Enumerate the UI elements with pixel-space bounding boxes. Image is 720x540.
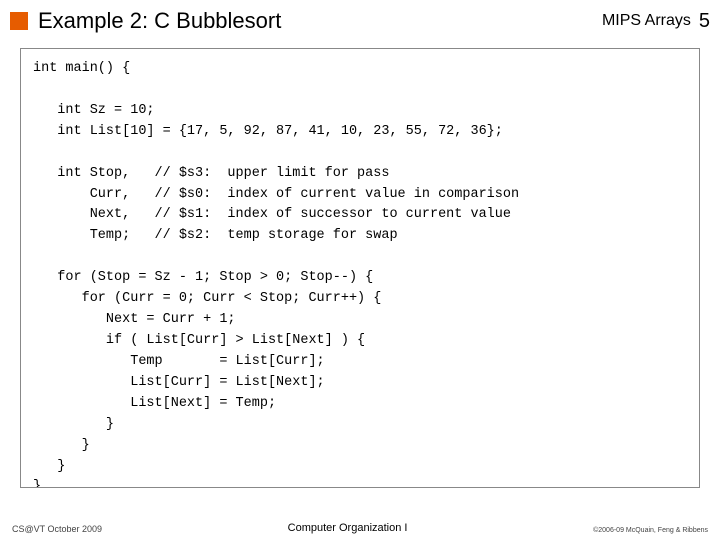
bullet-box-icon — [10, 12, 28, 30]
footer-center: Computer Organization I — [288, 522, 408, 534]
footer-left: CS@VT October 2009 — [12, 524, 102, 534]
page-number: 5 — [699, 10, 710, 33]
slide-header: Example 2: C Bubblesort MIPS Arrays 5 — [0, 0, 720, 40]
topic-label: MIPS Arrays — [602, 12, 691, 30]
footer-right: ©2006-09 McQuain, Feng & Ribbens — [593, 527, 708, 534]
slide-footer: CS@VT October 2009 Computer Organization… — [0, 522, 720, 534]
slide-title: Example 2: C Bubblesort — [38, 8, 602, 34]
code-block: int main() { int Sz = 10; int List[10] =… — [20, 48, 700, 488]
